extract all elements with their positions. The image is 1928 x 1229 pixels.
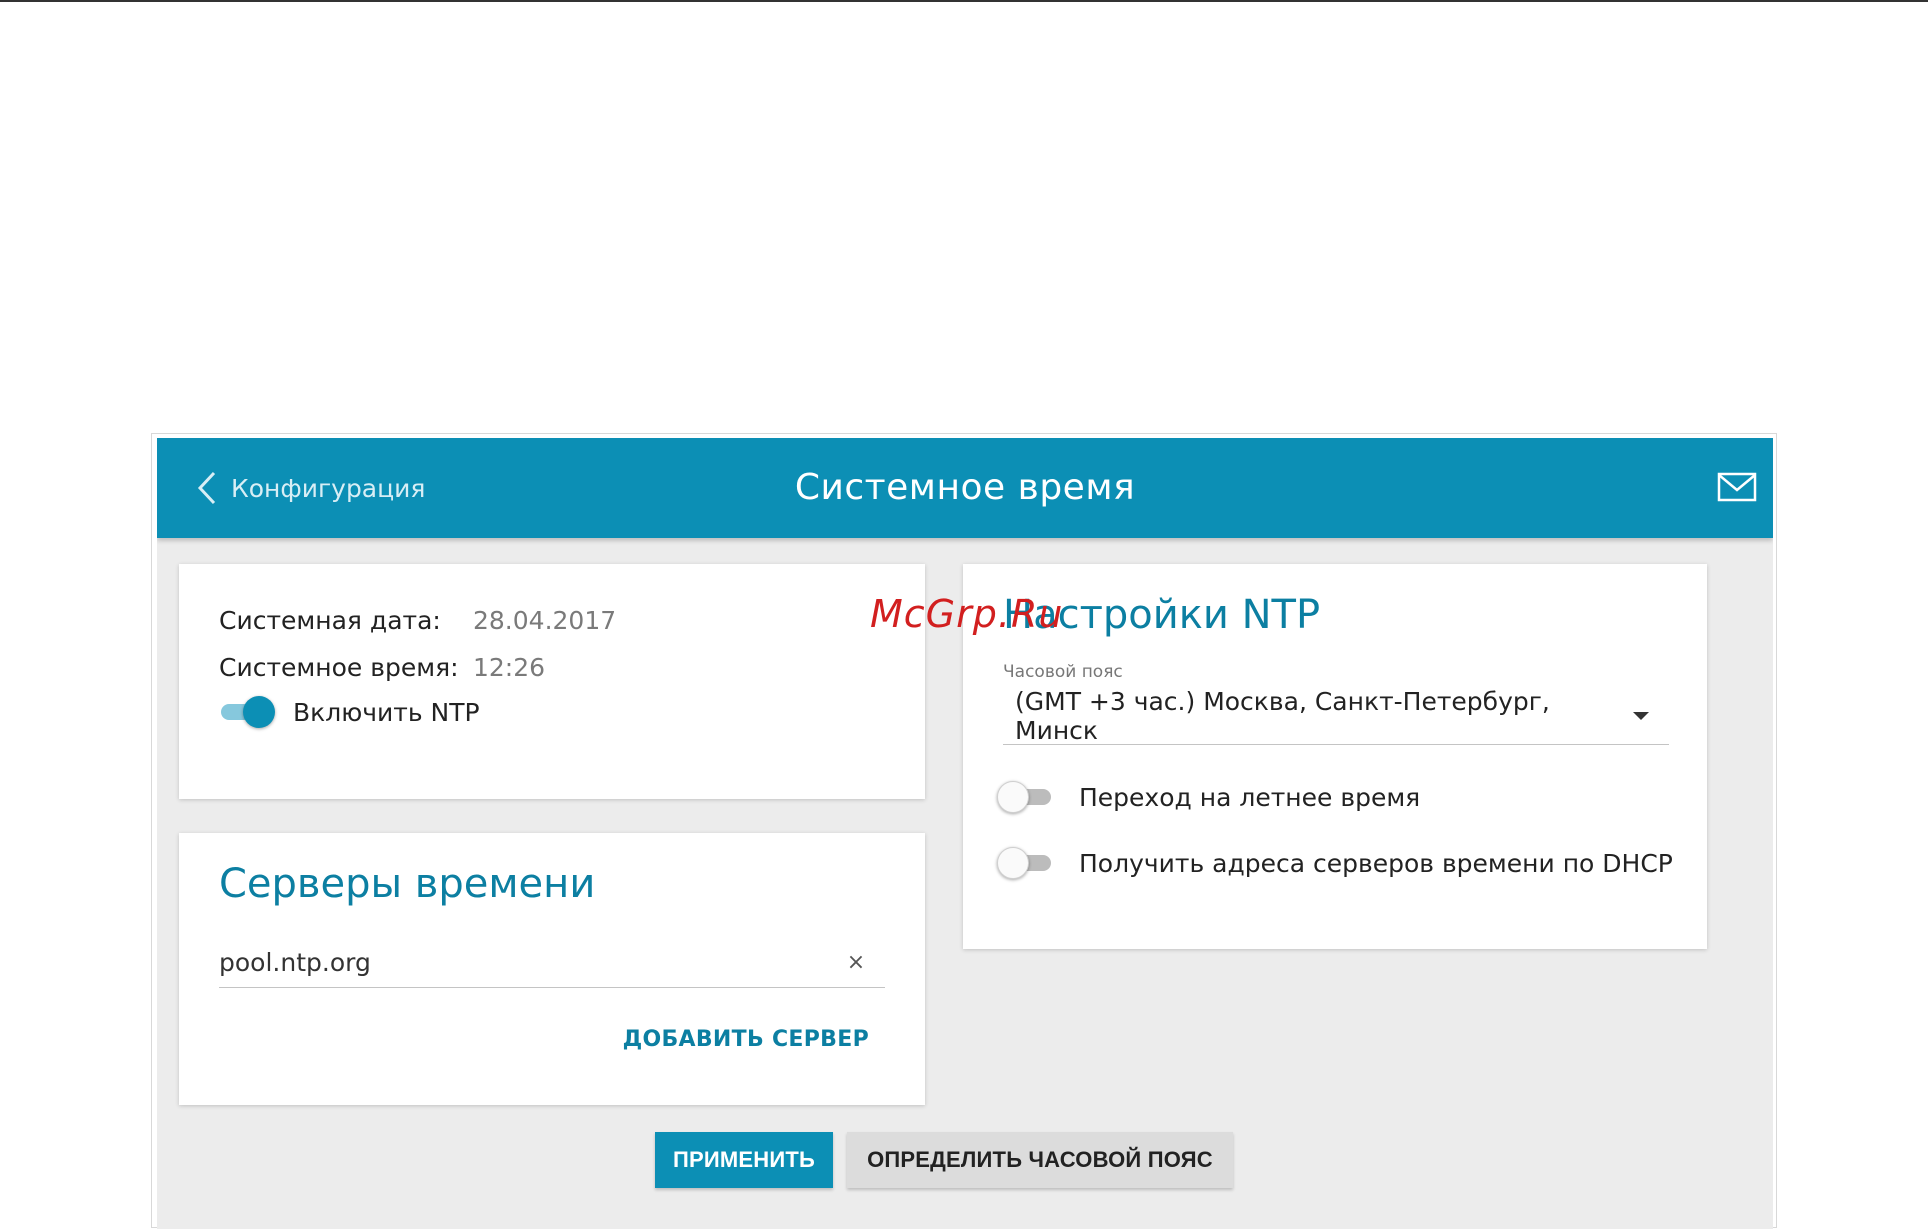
system-date-value: 28.04.2017 xyxy=(473,606,617,635)
ntp-enable-toggle[interactable] xyxy=(219,695,275,729)
ntp-settings-card: Настройки NTP Часовой пояс (GMT +3 час.)… xyxy=(963,564,1707,949)
dst-toggle[interactable] xyxy=(997,780,1053,814)
system-info-card: Системная дата: 28.04.2017 Системное вре… xyxy=(179,564,925,799)
app-window: Конфигурация Системное время Системная д… xyxy=(157,438,1773,1229)
dhcp-label: Получить адреса серверов времени по DHCP xyxy=(1079,848,1673,878)
dhcp-row: Получить адреса серверов времени по DHCP xyxy=(997,846,1673,880)
system-time-label: Системное время: xyxy=(219,653,459,682)
apply-button[interactable]: ПРИМЕНИТЬ xyxy=(655,1132,833,1188)
ntp-enable-label: Включить NTP xyxy=(293,697,480,727)
server-input[interactable]: pool.ntp.org × xyxy=(219,937,885,988)
time-servers-card: Серверы времени pool.ntp.org × ДОБАВИТЬ … xyxy=(179,833,925,1105)
dst-label: Переход на летнее время xyxy=(1079,782,1421,812)
detect-timezone-button[interactable]: ОПРЕДЕЛИТЬ ЧАСОВОЙ ПОЯС xyxy=(847,1132,1233,1188)
toggle-knob xyxy=(243,696,275,728)
system-date-row: Системная дата: 28.04.2017 xyxy=(219,606,616,635)
time-servers-title: Серверы времени xyxy=(219,861,596,907)
mail-icon[interactable] xyxy=(1717,472,1757,506)
system-time-row: Системное время: 12:26 xyxy=(219,653,545,682)
server-input-value: pool.ntp.org xyxy=(219,947,371,977)
dst-row: Переход на летнее время xyxy=(997,780,1420,814)
system-time-value: 12:26 xyxy=(473,653,546,682)
toggle-knob xyxy=(997,781,1029,813)
header-bar: Конфигурация Системное время xyxy=(157,438,1773,538)
clear-icon[interactable]: × xyxy=(841,950,871,975)
timezone-select[interactable]: (GMT +3 час.) Москва, Санкт-Петербург, М… xyxy=(1003,687,1669,745)
timezone-value: (GMT +3 час.) Москва, Санкт-Петербург, М… xyxy=(1015,687,1550,745)
top-rule xyxy=(0,0,1928,2)
add-server-button[interactable]: ДОБАВИТЬ СЕРВЕР xyxy=(623,1027,869,1052)
timezone-label: Часовой пояс xyxy=(1003,662,1123,682)
caret-down-icon xyxy=(1633,712,1649,720)
ntp-enable-row: Включить NTP xyxy=(219,695,480,729)
toggle-knob xyxy=(997,847,1029,879)
page-title: Системное время xyxy=(794,467,1136,508)
ntp-settings-title: Настройки NTP xyxy=(1003,592,1321,638)
dhcp-toggle[interactable] xyxy=(997,846,1053,880)
system-date-label: Системная дата: xyxy=(219,606,441,635)
